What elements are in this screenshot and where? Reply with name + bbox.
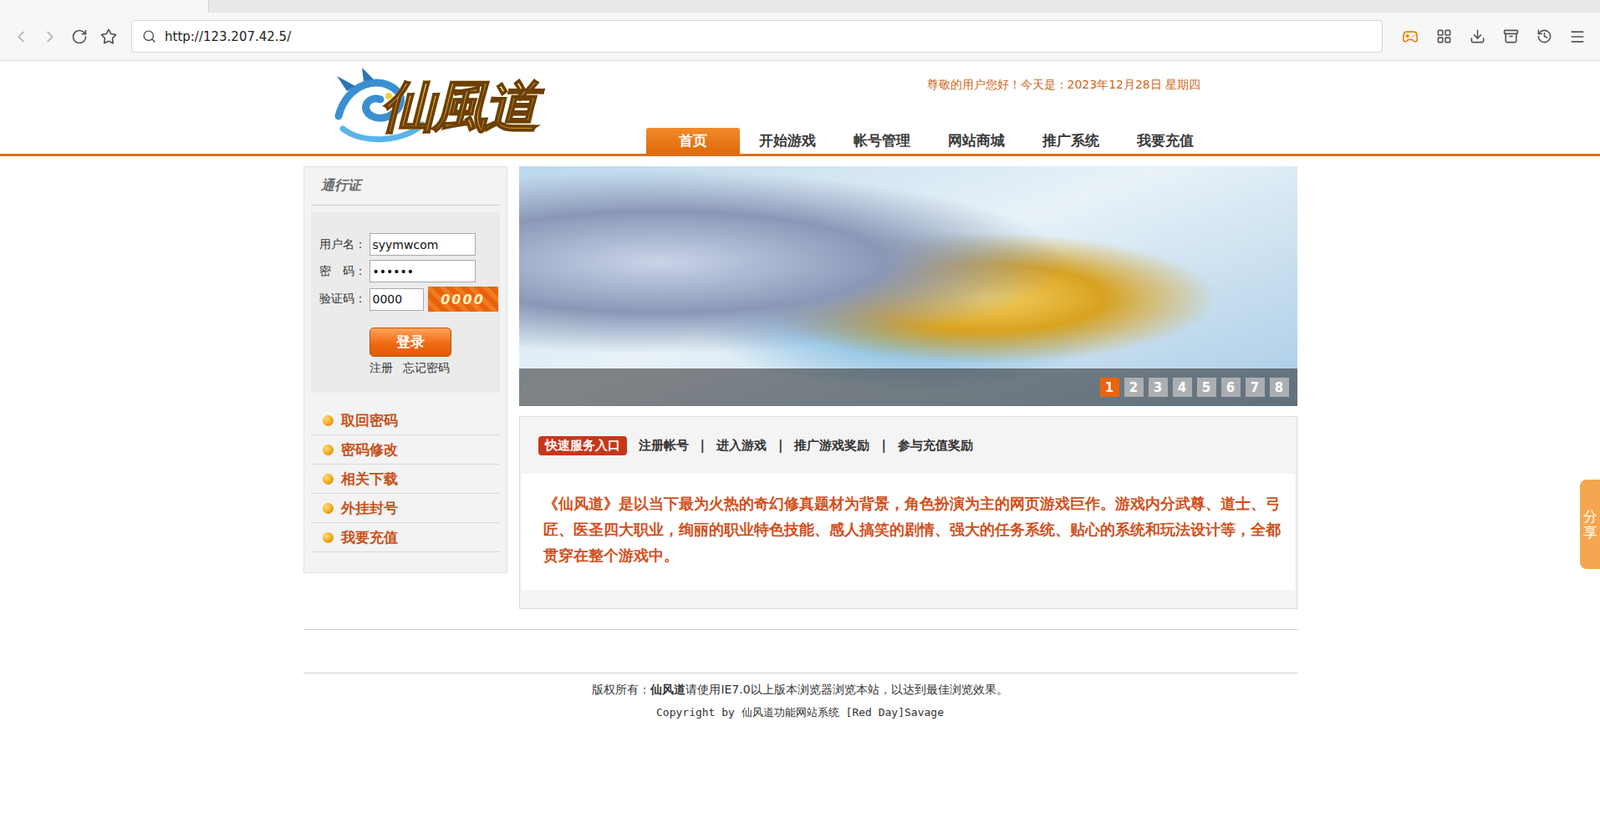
footer-notice: 版权所有：仙风道请使用IE7.0以上版本浏览器浏览本站，以达到最佳浏览效果。	[303, 678, 1298, 702]
login-link[interactable]: 注册	[369, 361, 393, 377]
menu-button[interactable]	[1564, 24, 1590, 50]
bullet-icon	[322, 532, 334, 544]
banner: 12345678	[519, 166, 1298, 407]
quick-link[interactable]: 参与充值奖励	[897, 438, 974, 454]
back-icon	[11, 27, 31, 46]
login-title: 通行证	[310, 167, 500, 206]
pager-button[interactable]: 3	[1148, 377, 1168, 398]
toolbar-icons	[1397, 24, 1590, 50]
login-button[interactable]: 登录	[369, 327, 452, 357]
pager-button[interactable]: 5	[1197, 377, 1217, 398]
game-button[interactable]	[1397, 24, 1423, 50]
separator: |	[700, 438, 705, 454]
pager-button[interactable]: 7	[1245, 377, 1265, 398]
greeting: 尊敬的用户您好！今天是：2023年12月28日 星期四	[927, 77, 1298, 93]
history-icon	[1536, 28, 1553, 45]
url-text: http://123.207.42.5/	[164, 29, 291, 45]
quick-panel: 快速服务入口注册帐号 | 进入游戏 | 推广游戏奖励 | 参与充值奖励《仙风道》是以当下最为…	[519, 416, 1298, 610]
login-link[interactable]: 忘记密码	[402, 361, 450, 377]
bullet-icon	[322, 415, 334, 427]
forward-icon	[40, 27, 60, 46]
history-button[interactable]	[1531, 24, 1557, 50]
nav-item[interactable]: 开始游戏	[740, 127, 835, 154]
forward-button[interactable]	[39, 24, 61, 50]
pager-button[interactable]: 2	[1124, 377, 1144, 398]
tab-strip	[0, 0, 1600, 13]
collect-button[interactable]	[1498, 24, 1524, 50]
gamepad-icon	[1401, 28, 1419, 46]
pager-button[interactable]: 8	[1269, 377, 1290, 398]
footer: 版权所有：仙风道请使用IE7.0以上版本浏览器浏览本站，以达到最佳浏览效果。Co…	[303, 672, 1298, 724]
field-label: 用户名：	[319, 237, 370, 253]
sidebar: 通行证用户名： 密 码： 验证码： 0000 登录注册忘记密码取回密码密码修改相关下载外…	[303, 166, 508, 574]
pager-button[interactable]: 6	[1221, 377, 1241, 398]
share-text: 分享	[1583, 509, 1598, 541]
divider	[303, 629, 1298, 631]
nav-item[interactable]: 网站商城	[929, 127, 1024, 154]
field-label: 密 码：	[319, 264, 370, 280]
nav-item[interactable]: 首页	[646, 127, 740, 154]
game-description: 《仙风道》是以当下最为火热的奇幻修真题材为背景，角色扮演为主的网页游戏巨作。游戏…	[521, 473, 1295, 591]
logo-text: 仙風道	[380, 69, 536, 145]
reload-icon	[71, 28, 88, 46]
search-icon	[142, 29, 157, 44]
footer-copyright: Copyright by 仙风道功能网站系统 [Red Day]Savage	[303, 701, 1298, 724]
quick-links: 快速服务入口注册帐号 | 进入游戏 | 推广游戏奖励 | 参与充值奖励	[521, 417, 1295, 474]
archive-icon	[1503, 28, 1519, 45]
sidebar-list: 取回密码密码修改相关下载外挂封号我要充值	[310, 406, 500, 553]
address-bar[interactable]: http://123.207.42.5/	[131, 20, 1383, 53]
share-tab[interactable]: 分享	[1579, 479, 1600, 570]
bullet-icon	[322, 444, 334, 456]
nav-item[interactable]: 帐号管理	[835, 127, 929, 154]
quick-label: 快速服务入口	[538, 436, 627, 456]
text-field[interactable]	[369, 233, 476, 256]
browser-window: http://123.207.42.5/仙風道 尊敬的用户您好！今天是：2023年…	[0, 0, 1600, 828]
reload-button[interactable]	[69, 24, 91, 50]
quick-link[interactable]: 注册帐号	[638, 438, 689, 454]
apps-button[interactable]	[1431, 24, 1457, 50]
nav-item[interactable]: 我要充值	[1118, 127, 1213, 154]
text-field[interactable]	[369, 259, 476, 283]
bookmark-button[interactable]	[98, 24, 120, 50]
quick-link[interactable]: 进入游戏	[716, 438, 767, 454]
form-row: 验证码： 0000	[319, 286, 500, 312]
pager-button[interactable]: 4	[1172, 377, 1193, 398]
sidebar-item[interactable]: 相关下载	[310, 464, 500, 495]
sidebar-item[interactable]: 我要充值	[310, 523, 500, 553]
bullet-icon	[322, 473, 334, 485]
site-header: 仙風道 尊敬的用户您好！今天是：2023年12月28日 星期四首页开始游戏帐号管理…	[0, 61, 1600, 157]
sidebar-item[interactable]: 外挂封号	[310, 494, 500, 524]
site-logo[interactable]: 仙風道	[303, 61, 647, 154]
login-links: 注册忘记密码	[369, 361, 500, 377]
form-row: 用户名：	[319, 233, 500, 256]
pager-button[interactable]: 1	[1100, 377, 1120, 398]
captcha-image[interactable]: 0000	[428, 286, 499, 312]
download-button[interactable]	[1464, 24, 1490, 50]
banner-pager: 12345678	[519, 368, 1298, 407]
sidebar-item[interactable]: 取回密码	[310, 406, 500, 436]
browser-toolbar: http://123.207.42.5/	[0, 12, 1600, 62]
nav-item[interactable]: 推广系统	[1024, 127, 1118, 154]
back-button[interactable]	[10, 24, 31, 50]
grid-icon	[1436, 28, 1453, 45]
text-field[interactable]	[369, 288, 424, 311]
field-label: 验证码：	[319, 291, 370, 307]
bullet-icon	[322, 503, 334, 515]
download-icon	[1469, 28, 1486, 45]
sidebar-item[interactable]: 密码修改	[310, 435, 500, 465]
star-icon	[100, 28, 118, 46]
login-form: 用户名： 密 码： 验证码： 0000 登录注册忘记密码	[310, 211, 500, 393]
separator: |	[778, 438, 783, 454]
form-row: 密 码：	[319, 259, 500, 283]
separator: |	[881, 438, 886, 454]
browser-tab[interactable]	[0, 0, 209, 13]
quick-link[interactable]: 推广游戏奖励	[794, 438, 870, 454]
menu-icon	[1569, 28, 1586, 46]
main-nav: 首页开始游戏帐号管理网站商城推广系统我要充值	[646, 127, 1298, 154]
